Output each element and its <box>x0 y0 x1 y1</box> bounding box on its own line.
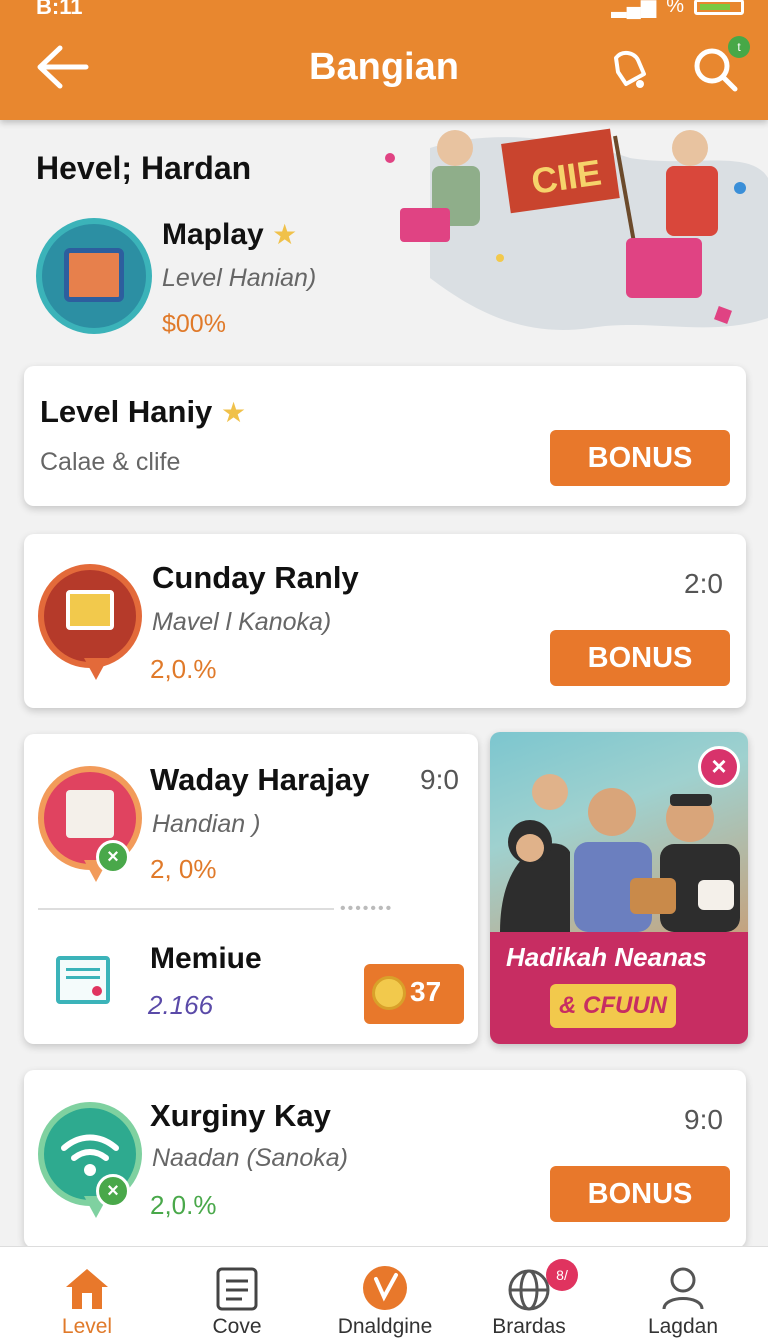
pager-dots: ••••••• <box>340 900 394 917</box>
check-circle-icon <box>363 1266 407 1310</box>
nav-item-brardas[interactable]: 8/ Brardas <box>454 1247 604 1344</box>
nav-item-cove[interactable]: Cove <box>162 1247 312 1344</box>
profile-name-text: Maplay <box>162 218 264 251</box>
bonus-button[interactable]: BONUS <box>550 430 730 486</box>
battery-percent: % <box>666 0 684 17</box>
nav-item-lagdan[interactable]: Lagdan <box>608 1247 758 1344</box>
sub-item-value: 2.166 <box>148 990 214 1020</box>
card-title-text: Level Haniy <box>40 394 213 429</box>
level-card[interactable]: Level Haniy ★ Calae & clife BONUS <box>24 366 746 506</box>
star-icon: ★ <box>272 219 298 250</box>
star-icon: ★ <box>220 397 247 428</box>
profile-name: Maplay ★ <box>162 218 297 252</box>
profile-subtitle: Level Hanian) <box>162 264 317 292</box>
card-title: Xurginy Kay <box>150 1098 331 1133</box>
nav-label: Level <box>61 1315 113 1338</box>
nav-label: Lagdan <box>647 1315 719 1338</box>
bottom-nav: Level Cove Dnaldgine 8/ Brardas Lagdan <box>0 1246 768 1344</box>
card-title: Waday Harajay <box>150 762 370 797</box>
section-heading: Hevel; Hardan <box>36 150 252 186</box>
close-badge-icon: × <box>96 1174 130 1208</box>
card-time: 9:0 <box>684 1104 723 1135</box>
nav-item-dnaldgine[interactable]: Dnaldgine <box>310 1247 460 1344</box>
sub-item-title: Memiue <box>150 942 262 975</box>
battery-icon <box>694 0 744 15</box>
app-header: B:11 ▂▄▆ % Bangian t <box>0 0 768 120</box>
divider <box>38 908 334 910</box>
home-icon <box>66 1269 108 1309</box>
nav-label: Cove <box>212 1315 262 1338</box>
card-value: 2,0.% <box>150 1190 217 1220</box>
promo-close-icon[interactable]: × <box>698 746 740 788</box>
promo-tag[interactable]: & CFUUN <box>550 984 676 1028</box>
card-time: 2:0 <box>684 568 723 599</box>
signal-icon: ▂▄▆ <box>611 0 657 18</box>
card-title: Cunday Ranly <box>152 560 359 595</box>
promo-title: Hadikah Neanas <box>506 942 707 972</box>
bell-icon[interactable] <box>604 44 654 94</box>
list-icon <box>216 1267 258 1311</box>
nav-item-level[interactable]: Level <box>12 1247 162 1344</box>
bag-icon <box>64 248 124 302</box>
nav-badge: 8/ <box>546 1259 578 1291</box>
close-badge-icon: × <box>96 840 130 874</box>
card-subtitle: Naadan (Sanoka) <box>152 1144 348 1172</box>
card-subtitle: Mavel l Kanoka) <box>152 608 332 636</box>
bonus-button[interactable]: BONUS <box>550 1166 730 1222</box>
coin-icon <box>372 976 406 1010</box>
coin-count: 37 <box>410 976 442 1007</box>
card-subtitle: Calae & clife <box>40 448 181 476</box>
document-icon <box>56 956 110 1004</box>
card-subtitle: Handian ) <box>152 810 261 838</box>
hero-illustration: CIIE <box>385 128 768 330</box>
profile-value: $00% <box>162 310 226 338</box>
status-time: B:11 <box>36 0 83 19</box>
coin-button[interactable]: 37 <box>364 964 464 1024</box>
laptop-badge-icon <box>38 564 142 680</box>
card-title: Level Haniy ★ <box>40 394 246 430</box>
reward-card[interactable]: Cunday Ranly Mavel l Kanoka) 2,0.% 2:0 B… <box>24 534 746 708</box>
user-icon <box>662 1267 704 1310</box>
reward-card[interactable]: × Xurginy Kay Naadan (Sanoka) 2,0.% 9:0 … <box>24 1070 746 1248</box>
notification-dot: t <box>728 36 750 58</box>
card-value: 2,0.% <box>150 654 217 684</box>
nav-label: Dnaldgine <box>337 1315 433 1338</box>
bonus-button[interactable]: BONUS <box>550 630 730 686</box>
status-icons: ▂▄▆ % <box>611 0 744 19</box>
nav-label: Brardas <box>492 1315 566 1338</box>
card-time: 9:0 <box>420 764 459 795</box>
profile-avatar[interactable] <box>36 218 152 334</box>
card-value: 2, 0% <box>150 854 217 884</box>
